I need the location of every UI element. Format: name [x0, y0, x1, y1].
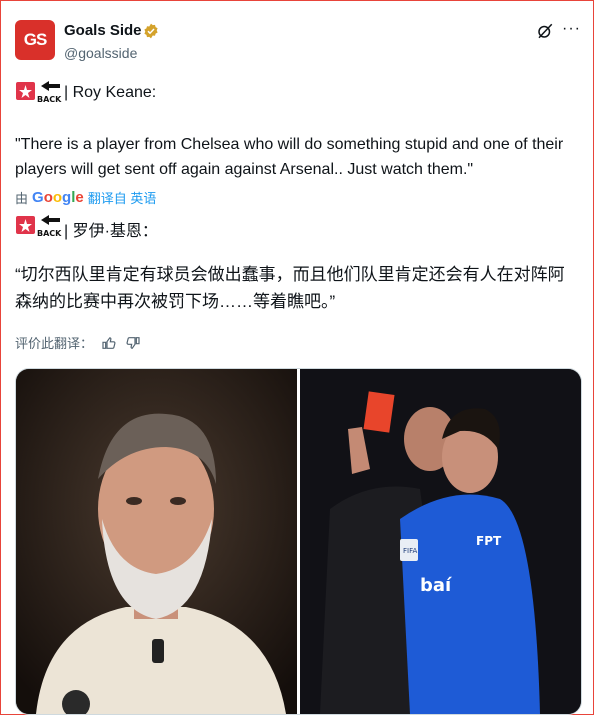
- referee-badge-text: FIFA: [403, 547, 417, 555]
- kit-sponsor-text: FPT: [476, 534, 502, 548]
- photo-roy-keane[interactable]: [16, 369, 297, 714]
- rate-translation: 评价此翻译：: [15, 333, 141, 352]
- avatar-logo: GS: [23, 30, 48, 49]
- photo-red-card[interactable]: FIFA FPT baí: [300, 369, 581, 714]
- google-logo: Google: [32, 189, 84, 206]
- speaker-line: | Roy Keane:: [64, 84, 157, 101]
- author-handle[interactable]: @goalsside: [64, 45, 137, 61]
- author-name[interactable]: Goals Side: [64, 22, 142, 39]
- grok-icon[interactable]: [536, 22, 554, 40]
- media-grid[interactable]: FIFA FPT baí: [15, 368, 582, 715]
- tweet-text-translated: “切尔西队里肯定有球员会做出蠢事，而且他们队里肯定还会有人在对阵阿森纳的比赛中再…: [15, 265, 565, 311]
- rate-translation-label: 评价此翻译：: [15, 336, 94, 351]
- verified-badge-icon: [144, 23, 158, 39]
- translation-prefix: 由: [15, 191, 29, 206]
- thumbs-up-icon[interactable]: [101, 335, 117, 351]
- roy-keane-illustration: [16, 369, 297, 714]
- red-card-illustration: FIFA FPT baí: [300, 369, 581, 714]
- translation-attribution: 由 Google 翻译自 英语: [15, 188, 156, 207]
- more-icon[interactable]: ···: [562, 20, 581, 38]
- back-label: BACK: [37, 95, 62, 104]
- kit-shirt-text: baí: [420, 575, 452, 596]
- translation-source-link[interactable]: 翻译自 英语: [88, 188, 157, 207]
- thumbs-down-icon[interactable]: [125, 335, 141, 351]
- avatar[interactable]: GS: [15, 20, 55, 60]
- tweet-text: "There is a player from Chelsea who will…: [15, 136, 564, 178]
- back-emoji-icon: BACK: [16, 215, 62, 238]
- speaker-line-translated: | 罗伊·基恩：: [64, 223, 158, 240]
- back-emoji-icon: BACK: [16, 81, 62, 104]
- back-label: BACK: [37, 229, 62, 238]
